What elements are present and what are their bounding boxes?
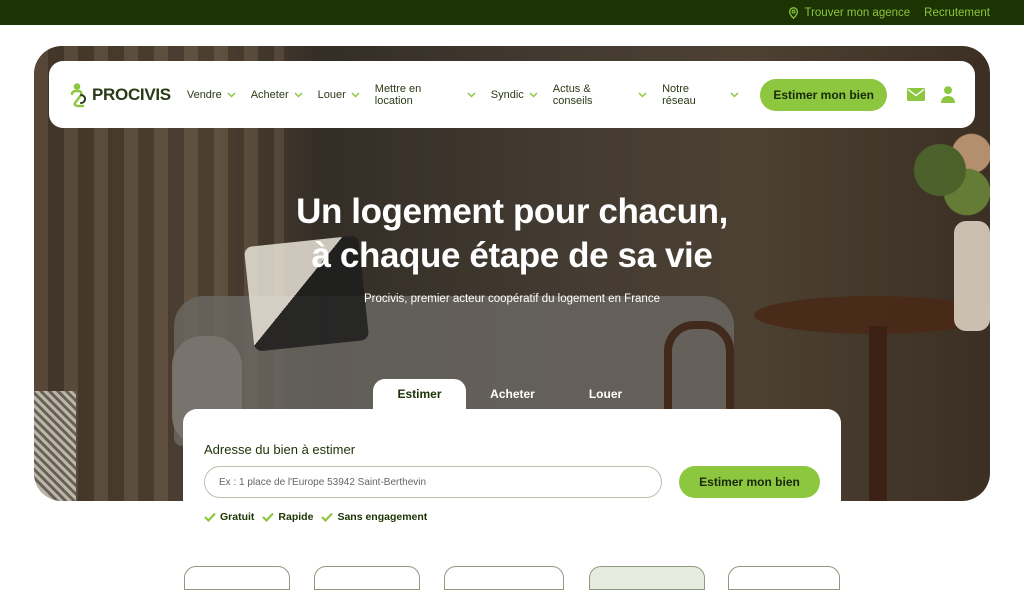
nav-item-mettre-en-location[interactable]: Mettre en location xyxy=(375,83,477,107)
find-agency-label: Trouver mon agence xyxy=(804,6,911,19)
address-field-label: Adresse du bien à estimer xyxy=(204,442,356,457)
tab-louer[interactable]: Louer xyxy=(559,379,652,409)
chevron-down-icon xyxy=(529,92,538,98)
shortcut-button[interactable] xyxy=(444,566,564,590)
nav-item-syndic[interactable]: Syndic xyxy=(491,83,539,107)
feature-label: Rapide xyxy=(278,511,314,523)
search-card: Adresse du bien à estimer Estimer mon bi… xyxy=(183,409,841,549)
tab-estimer[interactable]: Estimer xyxy=(373,379,466,409)
nav-item-vendre[interactable]: Vendre xyxy=(187,83,237,107)
nav-item-actus-conseils[interactable]: Actus & conseils xyxy=(553,83,648,107)
hero-title: Un logement pour chacun, à chaque étape … xyxy=(0,190,1024,278)
hero-photo-stool xyxy=(34,391,76,501)
shortcut-button[interactable] xyxy=(184,566,290,590)
chevron-down-icon xyxy=(730,92,739,98)
chevron-down-icon xyxy=(294,92,303,98)
shortcut-button[interactable] xyxy=(314,566,420,590)
estimate-submit-button[interactable]: Estimer mon bien xyxy=(679,466,820,498)
feature-item: Sans engagement xyxy=(321,511,427,523)
logo-mark-icon xyxy=(70,82,87,107)
find-agency-link[interactable]: Trouver mon agence xyxy=(788,7,910,19)
check-icon xyxy=(262,512,275,522)
hero-photo-table-leg xyxy=(869,326,887,501)
feature-item: Rapide xyxy=(262,511,313,523)
chevron-down-icon xyxy=(227,92,236,98)
nav-item-label: Louer xyxy=(317,88,346,101)
user-icon[interactable] xyxy=(941,86,955,103)
check-icon xyxy=(204,512,216,522)
feature-label: Sans engagement xyxy=(337,511,428,523)
nav-icons xyxy=(907,86,955,103)
nav-item-notre-reseau[interactable]: Notre réseau xyxy=(662,83,740,107)
feature-item: Gratuit xyxy=(204,511,254,523)
feature-label: Gratuit xyxy=(220,511,255,523)
hero-title-line-1: Un logement pour chacun, xyxy=(296,192,728,231)
estimate-cta-button[interactable]: Estimer mon bien xyxy=(760,78,887,111)
tab-acheter[interactable]: Acheter xyxy=(466,379,559,409)
nav-menu: Vendre Acheter Louer Mettre en location … xyxy=(187,83,740,107)
top-bar: Trouver mon agence Recrutement xyxy=(0,0,1024,25)
nav-item-label: Mettre en location xyxy=(374,82,422,107)
hero-title-line-2: à chaque étape de sa vie xyxy=(311,236,713,275)
nav-item-louer[interactable]: Louer xyxy=(318,83,361,107)
address-input[interactable] xyxy=(204,466,662,498)
nav-item-label: Actus & conseils xyxy=(552,82,593,107)
search-tabs: Estimer Acheter Louer xyxy=(373,379,652,409)
nav-item-label: Acheter xyxy=(250,88,289,101)
shortcut-button[interactable] xyxy=(728,566,840,590)
chevron-down-icon xyxy=(638,92,647,98)
nav-item-label: Syndic xyxy=(490,88,524,101)
logo-text: PROCIVIS xyxy=(92,84,171,104)
mail-icon[interactable] xyxy=(907,88,925,101)
check-icon xyxy=(321,512,334,522)
recruitment-link[interactable]: Recrutement xyxy=(924,7,990,19)
location-pin-icon xyxy=(789,6,799,19)
nav-item-label: Notre réseau xyxy=(662,82,696,107)
bottom-shortcuts xyxy=(0,566,1024,590)
recruitment-label: Recrutement xyxy=(924,6,990,19)
chevron-down-icon xyxy=(467,92,476,98)
chevron-down-icon xyxy=(351,92,360,98)
nav-item-label: Vendre xyxy=(186,88,222,101)
nav-item-acheter[interactable]: Acheter xyxy=(251,83,304,107)
feature-list: Gratuit Rapide Sans engagement xyxy=(204,511,427,523)
main-navigation: PROCIVIS Vendre Acheter Louer Mettre en … xyxy=(49,61,975,128)
shortcut-button[interactable] xyxy=(589,566,705,590)
hero-subtitle: Procivis, premier acteur coopératif du l… xyxy=(364,293,660,305)
procivis-logo[interactable]: PROCIVIS xyxy=(69,82,171,108)
